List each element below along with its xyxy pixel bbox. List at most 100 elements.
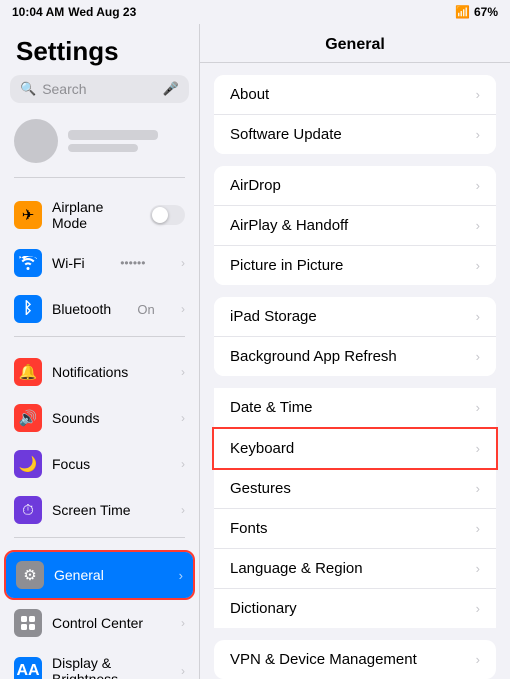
battery-display: 67% [474,5,498,19]
wifi-arrow: › [181,256,185,270]
sidebar-item-bluetooth[interactable]: ᛒ Bluetooth On › [0,286,199,332]
row-background-app-refresh[interactable]: Background App Refresh › [214,337,496,376]
pip-arrow: › [476,258,480,273]
row-gestures[interactable]: Gestures › [214,469,496,509]
row-about[interactable]: About › [214,75,496,115]
control-center-icon [14,609,42,637]
wifi-icon [14,249,42,277]
sounds-icon: 🔊 [14,404,42,432]
sidebar: Settings 🔍 Search 🎤 ✈ Airplane Mode [0,24,200,679]
status-left: 10:04 AM Wed Aug 23 [12,5,136,19]
row-picture-in-picture[interactable]: Picture in Picture › [214,246,496,285]
sidebar-item-display-brightness[interactable]: AA Display & Brightness › [0,646,199,679]
airplay-arrow: › [476,218,480,233]
bluetooth-label: Bluetooth [52,301,111,317]
sidebar-item-general[interactable]: ⚙ General › [6,552,193,598]
settings-group-5: VPN & Device Management › [214,640,496,679]
focus-label: Focus [52,456,90,472]
sidebar-title: Settings [0,24,199,75]
sounds-label: Sounds [52,410,99,426]
notifications-arrow: › [181,365,185,379]
bluetooth-icon: ᛒ [14,295,42,323]
screen-time-arrow: › [181,503,185,517]
row-date-time[interactable]: Date & Time › [214,388,496,428]
divider-1 [14,177,185,178]
fonts-arrow: › [476,521,480,536]
sidebar-item-notifications[interactable]: 🔔 Notifications › [0,349,199,395]
about-arrow: › [476,87,480,102]
row-airplay-handoff[interactable]: AirPlay & Handoff › [214,206,496,246]
avatar-name [68,130,158,140]
settings-group-3: iPad Storage › Background App Refresh › [214,297,496,376]
sidebar-item-airplane-mode[interactable]: ✈ Airplane Mode [0,190,199,240]
control-center-label: Control Center [52,615,143,631]
wifi-label: Wi-Fi [52,255,85,271]
sidebar-item-focus[interactable]: 🌙 Focus › [0,441,199,487]
notifications-label: Notifications [52,364,128,380]
avatar-row[interactable] [0,113,199,173]
date-time-arrow: › [476,400,480,415]
wifi-icon: 📶 [455,5,470,19]
divider-2 [14,336,185,337]
avatar-text [68,130,158,152]
general-icon: ⚙ [16,561,44,589]
screen-time-icon: ⏱ [14,496,42,524]
airplane-mode-icon: ✈ [14,201,42,229]
row-fonts[interactable]: Fonts › [214,509,496,549]
mic-icon: 🎤 [163,81,179,97]
general-arrow: › [179,568,183,583]
avatar-sub [68,144,138,152]
right-title: General [325,36,385,53]
main-layout: Settings 🔍 Search 🎤 ✈ Airplane Mode [0,24,510,679]
general-label: General [54,567,104,583]
row-vpn[interactable]: VPN & Device Management › [214,640,496,679]
screen-time-label: Screen Time [52,502,131,518]
settings-group-4: Date & Time › Keyboard › Gestures › Font… [214,388,496,628]
wifi-value: •••••• [120,256,145,270]
display-brightness-label: Display & Brightness [52,655,171,679]
search-box[interactable]: 🔍 Search 🎤 [10,75,189,103]
vpn-arrow: › [476,652,480,667]
airplane-toggle[interactable] [150,205,185,225]
row-keyboard[interactable]: Keyboard › [212,427,498,470]
status-date: Wed Aug 23 [68,5,136,19]
row-language-region[interactable]: Language & Region › [214,549,496,589]
software-update-arrow: › [476,127,480,142]
focus-icon: 🌙 [14,450,42,478]
sidebar-item-control-center[interactable]: Control Center › [0,600,199,646]
sidebar-item-screen-time[interactable]: ⏱ Screen Time › [0,487,199,533]
search-placeholder: Search [42,81,86,97]
row-airdrop[interactable]: AirDrop › [214,166,496,206]
bluetooth-value: On [137,302,154,317]
ipad-storage-arrow: › [476,309,480,324]
bg-refresh-arrow: › [476,349,480,364]
gestures-arrow: › [476,481,480,496]
airdrop-arrow: › [476,178,480,193]
notifications-icon: 🔔 [14,358,42,386]
search-icon: 🔍 [20,81,36,97]
sidebar-item-sounds[interactable]: 🔊 Sounds › [0,395,199,441]
dictionary-arrow: › [476,601,480,616]
sidebar-item-wifi[interactable]: Wi-Fi •••••• › [0,240,199,286]
right-panel: General About › Software Update › AirDro… [200,24,510,679]
bluetooth-arrow: › [181,302,185,316]
language-arrow: › [476,561,480,576]
row-software-update[interactable]: Software Update › [214,115,496,154]
divider-3 [14,537,185,538]
settings-group-1: About › Software Update › [214,75,496,154]
display-brightness-icon: AA [14,657,42,679]
airplane-mode-label: Airplane Mode [52,199,140,231]
keyboard-arrow: › [476,441,480,456]
display-brightness-arrow: › [181,664,185,678]
settings-group-2: AirDrop › AirPlay & Handoff › Picture in… [214,166,496,285]
row-ipad-storage[interactable]: iPad Storage › [214,297,496,337]
avatar [14,119,58,163]
row-dictionary[interactable]: Dictionary › [214,589,496,628]
status-bar: 10:04 AM Wed Aug 23 📶 67% [0,0,510,24]
status-time: 10:04 AM [12,5,64,19]
focus-arrow: › [181,457,185,471]
status-right: 📶 67% [455,5,498,19]
right-header: General [200,24,510,63]
sounds-arrow: › [181,411,185,425]
control-center-arrow: › [181,616,185,630]
